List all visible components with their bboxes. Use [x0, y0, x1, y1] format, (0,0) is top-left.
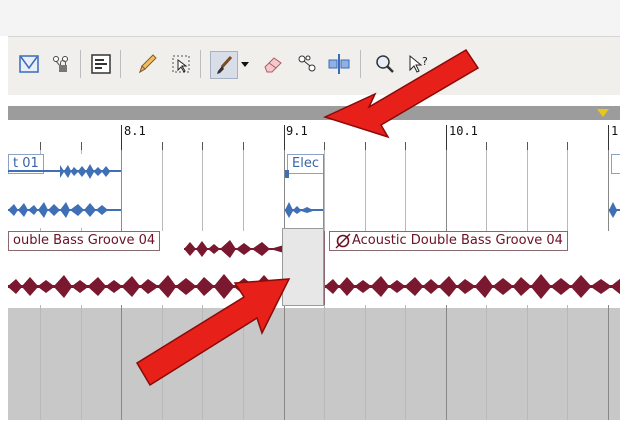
ruler-beat-tick	[324, 142, 325, 150]
audio-clip-blue[interactable]: Elec	[285, 154, 324, 228]
ruler-beat-tick	[405, 142, 406, 150]
ruler-bar-tick	[284, 125, 285, 150]
split-nodes-icon[interactable]	[294, 51, 320, 77]
loop-end-marker[interactable]	[597, 109, 609, 117]
ruler-beat-tick	[40, 142, 41, 150]
paintbrush-icon[interactable]	[210, 51, 238, 79]
audio-clip-red[interactable]: Acoustic Double Bass Groove 04	[324, 231, 620, 305]
toolbar-gap	[8, 95, 620, 106]
lock-node-icon[interactable]	[48, 51, 74, 77]
ruler-mark-11-1: 1	[611, 124, 619, 138]
svg-text:?: ?	[422, 55, 428, 68]
empty-lanes-area[interactable]	[8, 308, 620, 420]
toolbar-separator	[80, 50, 81, 78]
ruler-beat-tick	[162, 142, 163, 150]
split-tool-icon[interactable]	[326, 51, 352, 77]
waveform	[8, 164, 121, 218]
inspector-icon[interactable]	[88, 51, 114, 77]
waveform	[325, 274, 620, 299]
envelope-tool-icon[interactable]	[16, 51, 42, 77]
ruler-beat-tick	[365, 142, 366, 150]
ruler-beat-tick	[81, 142, 82, 150]
ruler-beat-tick	[243, 142, 244, 150]
zoom-tool-icon[interactable]	[372, 51, 398, 77]
audio-clip-blue[interactable]	[609, 154, 620, 228]
ruler-mark-8-1: 8.1	[124, 124, 146, 138]
ruler-mark-10-1: 10.1	[449, 124, 478, 138]
ruler-beat-tick	[567, 142, 568, 150]
eraser-icon[interactable]	[260, 51, 286, 77]
toolbar-separator	[120, 50, 121, 78]
ruler-bar-tick	[121, 125, 122, 150]
empty-gap-region[interactable]	[282, 228, 324, 306]
ruler-beat-tick	[202, 142, 203, 150]
tool-bar: ?	[8, 36, 620, 96]
toolbar-separator	[200, 50, 201, 78]
ruler-beat-tick	[527, 142, 528, 150]
waveform	[285, 170, 323, 218]
window-top-strip	[0, 0, 620, 36]
pencil-icon[interactable]	[134, 51, 160, 77]
ruler-bar-tick	[608, 125, 609, 150]
bottom-edge	[8, 420, 620, 425]
select-tool-icon[interactable]	[168, 51, 194, 77]
audio-clip-red[interactable]: ouble Bass Groove 04	[8, 231, 284, 305]
ruler-beat-tick	[486, 142, 487, 150]
waveform	[8, 240, 284, 299]
waveform	[609, 202, 620, 218]
help-cursor-icon[interactable]: ?	[406, 51, 432, 77]
dropdown-arrow-icon[interactable]	[238, 51, 252, 77]
ruler-mark-9-1: 9.1	[286, 124, 308, 138]
ruler-bar-tick	[446, 125, 447, 150]
loop-region-bar[interactable]	[8, 106, 620, 120]
audio-clip-blue[interactable]: t 01	[8, 154, 122, 228]
toolbar-separator	[360, 50, 361, 78]
timeline-ruler[interactable]: 8.1 9.1 10.1 1	[8, 120, 620, 150]
